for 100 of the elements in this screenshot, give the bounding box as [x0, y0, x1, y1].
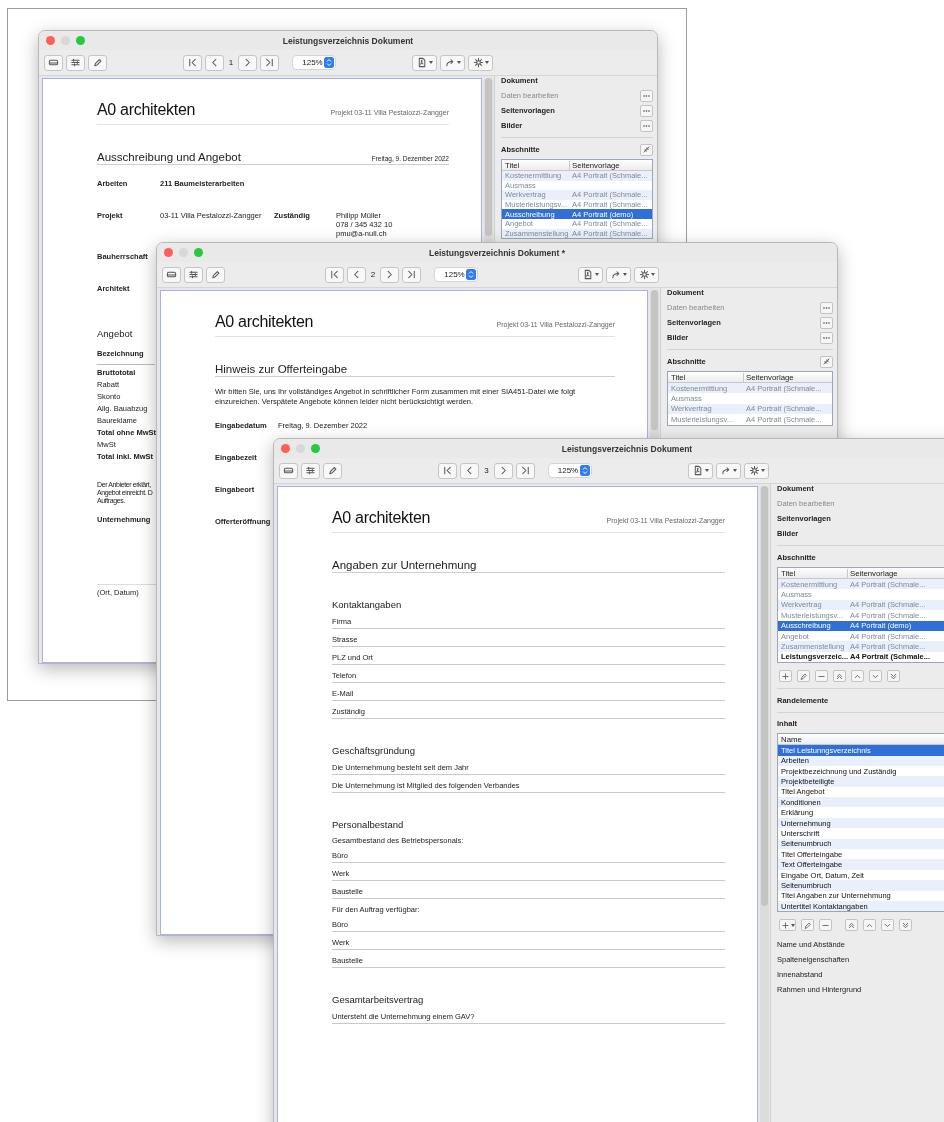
- drive-button[interactable]: [279, 462, 298, 479]
- close-button[interactable]: [281, 444, 290, 453]
- first-page-button[interactable]: [182, 54, 202, 71]
- more-button[interactable]: [640, 89, 653, 102]
- sliders-icon: [188, 269, 199, 280]
- last-page-button[interactable]: [515, 462, 535, 479]
- first-page-icon: [328, 269, 340, 280]
- ellipsis-icon: [643, 109, 650, 112]
- scroll-thumb[interactable]: [651, 290, 658, 430]
- next-page-button[interactable]: [238, 54, 258, 71]
- settings-button[interactable]: [744, 462, 769, 479]
- next-page-button[interactable]: [380, 266, 400, 283]
- first-page-button[interactable]: [324, 266, 344, 283]
- caret-icon: [456, 61, 461, 64]
- zoom-select[interactable]: 125%: [292, 55, 337, 70]
- share-arrow-icon: [610, 269, 622, 280]
- settings-button[interactable]: [66, 54, 85, 71]
- share-button[interactable]: [716, 462, 741, 479]
- edit-button[interactable]: [801, 919, 814, 932]
- ellipsis-icon: [823, 336, 830, 339]
- previous-page-button[interactable]: [204, 54, 224, 71]
- export-button[interactable]: [412, 54, 437, 71]
- ellipsis-icon: [643, 124, 650, 127]
- zoom-select[interactable]: 125%: [434, 267, 479, 282]
- export-button[interactable]: [688, 462, 713, 479]
- export-button[interactable]: [578, 266, 603, 283]
- double-chevron-up-icon: [847, 920, 856, 930]
- close-button[interactable]: [164, 248, 173, 257]
- previous-page-button[interactable]: [346, 266, 366, 283]
- gear-icon: [472, 57, 484, 68]
- close-button[interactable]: [46, 36, 55, 45]
- gear-icon: [638, 269, 650, 280]
- last-page-button[interactable]: [260, 54, 280, 71]
- add-button[interactable]: [779, 919, 796, 932]
- pencil-icon: [327, 465, 338, 476]
- next-page-button[interactable]: [493, 462, 513, 479]
- last-page-button[interactable]: [402, 266, 422, 283]
- caret-icon: [760, 469, 765, 472]
- first-page-button[interactable]: [438, 462, 458, 479]
- edit-button[interactable]: [797, 670, 810, 683]
- move-up-button[interactable]: [863, 919, 876, 932]
- scroll-thumb[interactable]: [485, 78, 492, 236]
- sliders-icon: [305, 465, 316, 476]
- move-down-button[interactable]: [881, 919, 894, 932]
- caret-icon: [704, 469, 709, 472]
- pencil-icon: [92, 57, 103, 68]
- edit-button[interactable]: [206, 266, 225, 283]
- ellipsis-icon: [823, 321, 830, 324]
- page-number: 2: [369, 270, 377, 279]
- page-heading: Angaben zur Unternehmung: [332, 559, 477, 571]
- drive-icon: [166, 269, 177, 280]
- ellipsis-icon: [643, 94, 650, 97]
- plus-icon: [780, 920, 790, 930]
- double-chevron-down-icon: [889, 671, 898, 681]
- document-icon: [582, 269, 594, 280]
- move-bottom-button[interactable]: [887, 670, 900, 683]
- pencil-icon: [210, 269, 221, 280]
- add-button[interactable]: [779, 670, 792, 683]
- diagonal-arrows-icon: [822, 357, 831, 366]
- share-button[interactable]: [606, 266, 631, 283]
- ellipsis-icon: [823, 306, 830, 309]
- remove-button[interactable]: [819, 919, 832, 932]
- caret-icon: [622, 273, 627, 276]
- more-button[interactable]: [820, 331, 833, 344]
- share-button[interactable]: [440, 54, 465, 71]
- settings-button[interactable]: [634, 266, 659, 283]
- move-top-button[interactable]: [845, 919, 858, 932]
- more-button[interactable]: [820, 301, 833, 314]
- remove-button[interactable]: [815, 670, 828, 683]
- share-arrow-icon: [444, 57, 456, 68]
- page-number: 1: [227, 58, 235, 67]
- last-page-icon: [264, 57, 276, 68]
- previous-page-button[interactable]: [460, 462, 480, 479]
- stepper-icon: [466, 269, 477, 280]
- settings-button[interactable]: [184, 266, 203, 283]
- gear-icon: [748, 465, 760, 476]
- sliders-icon: [70, 57, 81, 68]
- move-down-button[interactable]: [869, 670, 882, 683]
- collapse-button[interactable]: [820, 355, 833, 368]
- move-bottom-button[interactable]: [899, 919, 912, 932]
- subheading: Gesamtarbeitsvertrag: [332, 994, 424, 1005]
- settings-button[interactable]: [301, 462, 320, 479]
- drive-button[interactable]: [44, 54, 63, 71]
- first-page-icon: [442, 465, 454, 476]
- move-top-button[interactable]: [833, 670, 846, 683]
- settings-button[interactable]: [468, 54, 493, 71]
- edit-button[interactable]: [323, 462, 342, 479]
- move-up-button[interactable]: [851, 670, 864, 683]
- more-button[interactable]: [820, 316, 833, 329]
- stepper-icon: [324, 57, 335, 68]
- zoom-select[interactable]: 125%: [547, 463, 592, 478]
- edit-button[interactable]: [88, 54, 107, 71]
- scroll-thumb[interactable]: [761, 486, 768, 906]
- more-button[interactable]: [640, 119, 653, 132]
- stepper-icon: [579, 465, 590, 476]
- more-button[interactable]: [640, 104, 653, 117]
- page-heading: Hinweis zur Offerteingabe: [215, 363, 348, 375]
- window-title: Leistungsverzeichnis Dokument *: [428, 247, 565, 258]
- drive-button[interactable]: [162, 266, 181, 283]
- collapse-button[interactable]: [640, 143, 653, 156]
